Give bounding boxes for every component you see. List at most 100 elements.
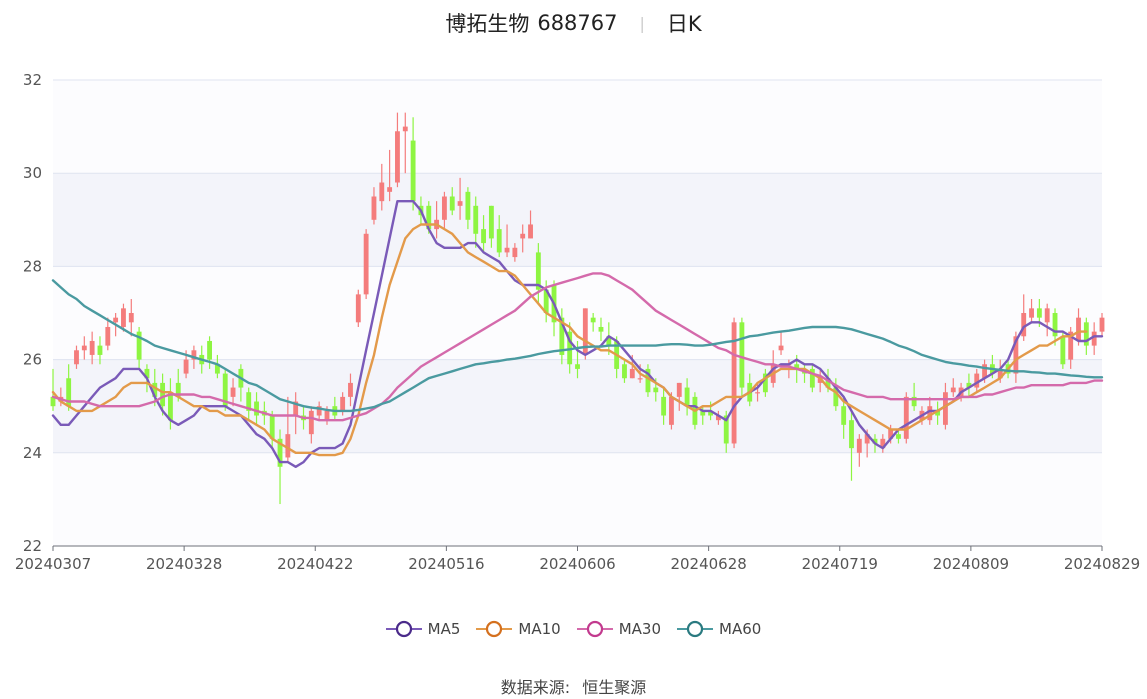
y-tick-label: 28: [23, 257, 42, 275]
x-tick-label: 20240829: [1064, 555, 1140, 573]
candle-body: [496, 229, 502, 253]
candle-body: [410, 140, 416, 202]
legend-marker-ma30: [576, 620, 613, 638]
candle-body: [183, 359, 189, 374]
source-name: 恒生聚源: [582, 678, 647, 697]
candle-body: [841, 406, 847, 425]
candle-body: [856, 438, 862, 453]
candle-body: [128, 313, 134, 323]
legend-label-ma30: MA30: [618, 620, 662, 638]
candle-body: [1099, 317, 1105, 332]
candle-body: [896, 434, 901, 439]
plot-area: [53, 80, 1102, 546]
candle-body: [371, 196, 377, 220]
candle-body: [465, 191, 471, 220]
legend: MA5 MA10 MA30 MA60: [0, 620, 1147, 638]
candle-body: [207, 340, 212, 360]
legend-item-ma5[interactable]: MA5: [385, 620, 461, 638]
x-tick-label: 20240422: [277, 555, 353, 573]
candle-body: [684, 387, 690, 407]
candle-body: [324, 410, 330, 421]
candle-body: [160, 382, 166, 407]
candle-body: [74, 350, 79, 365]
candle-body: [739, 322, 745, 388]
candle-body: [81, 345, 87, 351]
candle-body: [340, 396, 346, 411]
candle-body: [755, 392, 760, 394]
candle-body: [903, 396, 909, 439]
candle-body: [590, 317, 596, 323]
candle-body: [504, 247, 510, 253]
candle-body: [661, 396, 667, 416]
y-tick-label: 32: [23, 71, 42, 89]
legend-marker-ma10: [476, 620, 513, 638]
x-tick-label: 20240628: [670, 555, 746, 573]
candle-body: [1052, 313, 1058, 337]
legend-label-ma10: MA10: [518, 620, 561, 638]
candle-body: [167, 392, 173, 421]
grid-band: [53, 173, 1102, 267]
candle-body: [676, 382, 682, 397]
legend-marker-ma60: [677, 620, 714, 638]
y-tick-label: 30: [23, 164, 42, 182]
legend-item-ma60[interactable]: MA60: [677, 620, 761, 638]
data-source: 数据来源: 恒生聚源: [0, 674, 1147, 698]
candlestick-chart: 222426283032 20240307 20240328 20240422 202…: [15, 71, 1140, 573]
candle-body: [1060, 336, 1066, 365]
candle-body: [89, 340, 95, 355]
candle-body: [528, 224, 533, 239]
candle-body: [402, 126, 408, 132]
candle-body: [575, 364, 580, 369]
y-tick-label: 26: [23, 351, 42, 369]
candle-body: [778, 345, 784, 351]
candle-body: [849, 420, 854, 449]
candle-body: [457, 201, 463, 206]
candle-body: [1029, 308, 1034, 318]
legend-label-ma5: MA5: [427, 620, 461, 638]
candle-body: [950, 387, 956, 393]
candle-body: [1036, 308, 1042, 318]
candle-body: [1076, 317, 1081, 341]
candle-body: [348, 382, 353, 397]
source-label: 数据来源:: [500, 678, 571, 697]
candle-body: [481, 229, 486, 244]
candle-body: [105, 326, 111, 346]
candle-body: [308, 410, 314, 435]
legend-label-ma60: MA60: [719, 620, 762, 638]
legend-marker-ma5: [385, 620, 422, 638]
candle-body: [387, 187, 393, 192]
candle-body: [395, 131, 400, 183]
x-tick-label: 20240307: [15, 555, 91, 573]
candle-body: [97, 345, 103, 355]
candle-body: [1044, 308, 1050, 323]
candle-body: [363, 233, 369, 295]
candle-body: [355, 294, 361, 323]
legend-item-ma10[interactable]: MA10: [476, 620, 561, 638]
legend-item-ma30[interactable]: MA30: [576, 620, 662, 638]
candle-body: [622, 364, 627, 379]
x-axis: 20240307 20240328 20240422 20240516 20240606…: [15, 545, 1140, 573]
candle-body: [449, 196, 455, 211]
candle-body: [520, 233, 526, 239]
candle-body: [512, 247, 518, 258]
x-tick-label: 20240606: [539, 555, 615, 573]
x-tick-label: 20240328: [146, 555, 222, 573]
candle-body: [629, 368, 635, 379]
plot-background: [53, 80, 1102, 546]
candle-body: [488, 205, 494, 239]
candle-body: [441, 196, 447, 220]
candle-body: [637, 378, 643, 380]
y-axis-ticks: 22 24 26 28 30 32: [23, 71, 42, 555]
candle-body: [653, 387, 659, 393]
y-tick-label: 22: [23, 537, 42, 555]
candle-body: [230, 387, 236, 397]
candle-body: [379, 182, 385, 202]
candle-body: [121, 308, 126, 327]
candle-body: [669, 396, 674, 425]
x-tick-label: 20240516: [408, 555, 484, 573]
candle-body: [473, 205, 479, 234]
y-tick-label: 24: [23, 444, 42, 462]
candle-body: [113, 317, 119, 323]
x-tick-label: 20240809: [933, 555, 1009, 573]
x-tick-label: 20240719: [802, 555, 878, 573]
